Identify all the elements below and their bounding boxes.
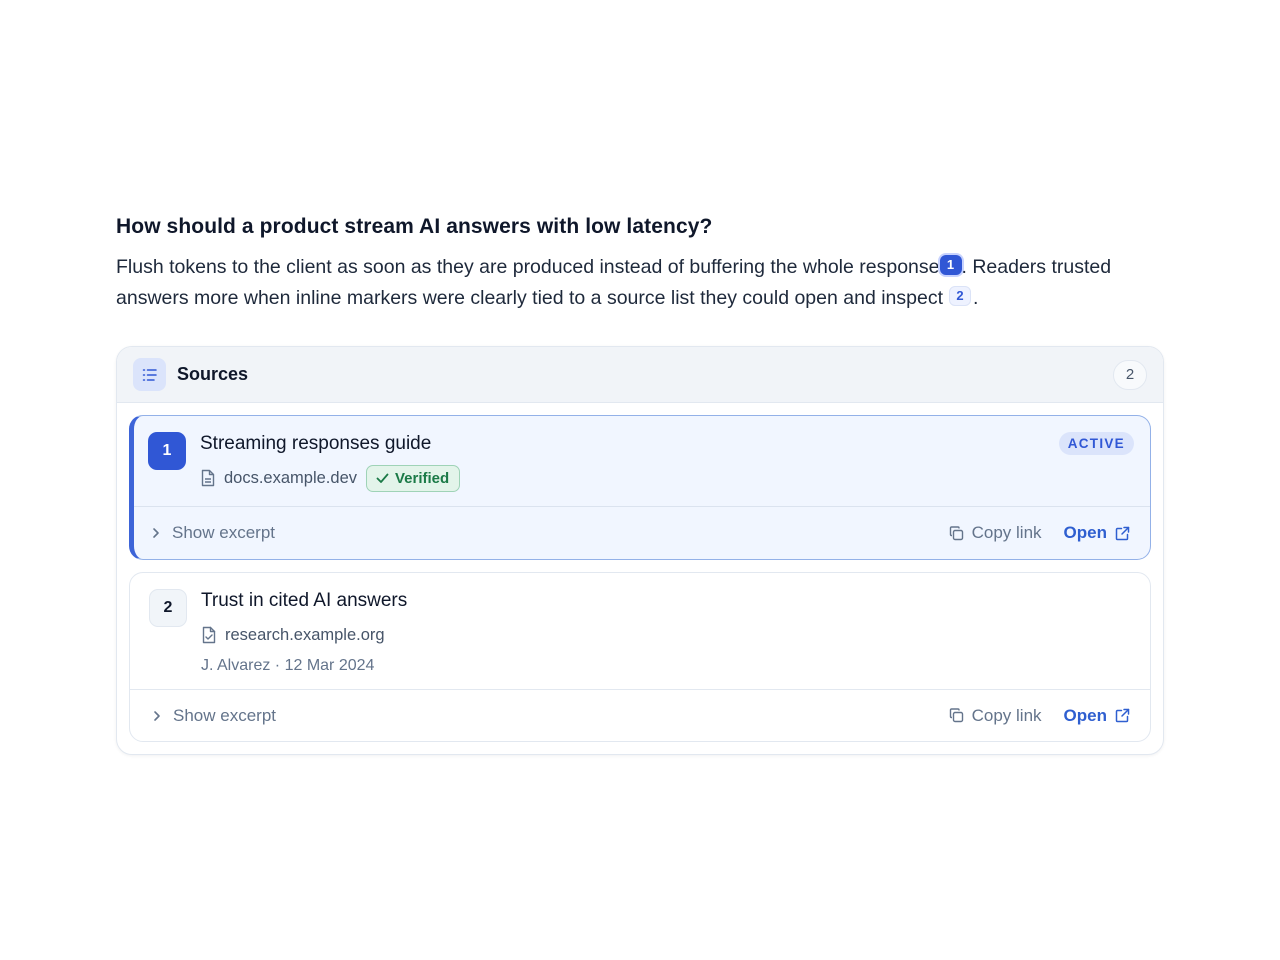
answer-part-3: .: [973, 287, 979, 309]
source-card-footer: Show excerpt Copy link Open: [134, 506, 1150, 559]
source-card-1[interactable]: 1 Streaming responses guide docs.example…: [129, 415, 1151, 560]
list-icon: [133, 358, 166, 391]
sources-title: Sources: [177, 364, 249, 384]
source-title[interactable]: Streaming responses guide: [200, 432, 460, 456]
source-meta: research.example.org: [201, 621, 407, 649]
copy-icon: [949, 525, 964, 541]
document-icon: [200, 469, 216, 487]
external-link-icon: [1115, 526, 1130, 541]
show-excerpt-label: Show excerpt: [172, 523, 275, 542]
source-number: 2: [149, 589, 187, 627]
external-link-icon: [1115, 708, 1130, 723]
verified-badge: Verified: [366, 464, 461, 492]
citation-marker-2[interactable]: 2: [949, 286, 971, 306]
source-domain: docs.example.dev: [224, 468, 357, 487]
source-actions: Copy link Open: [949, 706, 1130, 726]
chevron-right-icon: [152, 527, 160, 539]
sources-panel: Sources 2 1 Streaming responses guide do…: [116, 346, 1164, 755]
chevron-right-icon: [153, 710, 161, 722]
source-domain: research.example.org: [225, 625, 385, 644]
copy-link-label: Copy link: [971, 523, 1042, 542]
answer-text: Flush tokens to the client as soon as th…: [116, 252, 1164, 314]
source-number: 1: [148, 432, 186, 470]
copy-link-button[interactable]: Copy link: [949, 523, 1042, 543]
source-details: Trust in cited AI answers research.examp…: [201, 589, 407, 675]
show-excerpt-toggle[interactable]: Show excerpt: [152, 523, 275, 543]
source-actions: Copy link Open: [949, 523, 1130, 543]
sources-count-badge: 2: [1113, 359, 1147, 390]
source-card-header: 2 Trust in cited AI answers research.exa…: [130, 573, 1150, 689]
open-source-link[interactable]: Open: [1064, 523, 1130, 543]
show-excerpt-label: Show excerpt: [173, 705, 276, 725]
sources-list: 1 Streaming responses guide docs.example…: [117, 403, 1163, 754]
citation-marker-1[interactable]: 1: [939, 255, 962, 275]
source-card-footer: Show excerpt Copy link Open: [130, 689, 1150, 741]
source-byline: J. Alvarez · 12 Mar 2024: [201, 657, 375, 674]
document-check-icon: [201, 626, 217, 644]
answer-container: How should a product stream AI answers w…: [116, 212, 1164, 755]
copy-link-button[interactable]: Copy link: [949, 706, 1042, 726]
verified-label: Verified: [395, 469, 450, 487]
copy-icon: [949, 708, 964, 723]
open-label: Open: [1063, 705, 1107, 725]
copy-link-label: Copy link: [971, 705, 1042, 725]
open-source-link[interactable]: Open: [1064, 706, 1130, 726]
source-card-header: 1 Streaming responses guide docs.example…: [134, 416, 1150, 506]
source-title[interactable]: Trust in cited AI answers: [201, 589, 407, 613]
check-icon: [376, 473, 389, 484]
sources-header: Sources 2: [117, 347, 1163, 403]
active-badge: ACTIVE: [1058, 432, 1134, 455]
source-meta: docs.example.dev Verified: [200, 464, 461, 492]
open-label: Open: [1063, 523, 1107, 542]
answer-part-1: Flush tokens to the client as soon as th…: [116, 256, 940, 278]
question-heading: How should a product stream AI answers w…: [116, 215, 713, 238]
source-details: Streaming responses guide docs.example.d…: [200, 432, 461, 492]
show-excerpt-toggle[interactable]: Show excerpt: [153, 706, 276, 726]
source-card-2[interactable]: 2 Trust in cited AI answers research.exa…: [129, 572, 1151, 742]
